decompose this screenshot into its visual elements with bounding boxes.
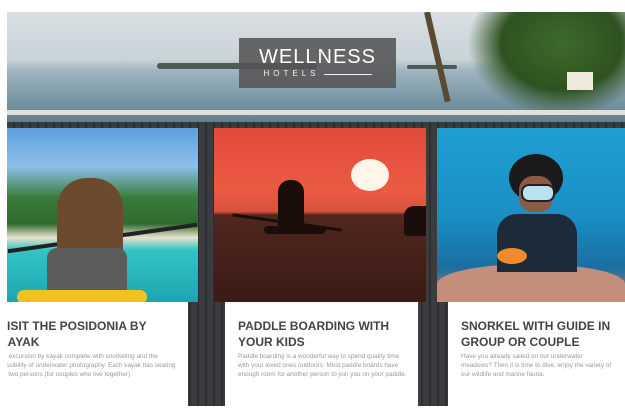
logo-rule bbox=[323, 73, 372, 75]
pool-edge bbox=[7, 110, 625, 115]
paddle-board-shape bbox=[264, 226, 326, 234]
logo-subtitle: HOTELS bbox=[263, 69, 320, 78]
kayak-photo bbox=[7, 128, 198, 302]
card-description: Have you already sailed on our underwate… bbox=[461, 353, 612, 378]
paddle-boarding-photo bbox=[214, 128, 426, 302]
island-silhouette bbox=[407, 65, 457, 69]
card-title[interactable]: PADDLE BOARDING WITH YOUR KIDS bbox=[238, 318, 408, 350]
clownfish-shape bbox=[497, 248, 527, 264]
activity-card-paddle-boarding[interactable]: PADDLE BOARDING WITH YOUR KIDS Paddle bo… bbox=[214, 128, 426, 406]
activity-card-snorkel[interactable]: SNORKEL WITH GUIDE IN GROUP OR COUPLE Ha… bbox=[437, 128, 625, 406]
card-caption: VISIT THE POSIDONIA BY KAYAK An excursio… bbox=[7, 302, 188, 406]
card-caption: SNORKEL WITH GUIDE IN GROUP OR COUPLE Ha… bbox=[448, 302, 625, 406]
beach-hut bbox=[567, 72, 593, 90]
palm-trees bbox=[467, 12, 625, 117]
kayak-shape bbox=[17, 290, 147, 302]
palm-trunk bbox=[424, 12, 451, 103]
paddler-silhouette bbox=[404, 206, 426, 236]
paddler-silhouette bbox=[278, 180, 304, 230]
logo-subtitle-row: HOTELS bbox=[263, 68, 372, 80]
card-description: Paddle boarding is a wonderful way to sp… bbox=[238, 353, 407, 378]
activity-card-kayak[interactable]: VISIT THE POSIDONIA BY KAYAK An excursio… bbox=[7, 128, 198, 406]
logo-wordmark: WELLNESS bbox=[259, 46, 376, 68]
snorkel-mask bbox=[521, 184, 555, 202]
card-description: An excursion by kayak complete with snor… bbox=[7, 353, 176, 378]
card-caption: PADDLE BOARDING WITH YOUR KIDS Paddle bo… bbox=[225, 302, 418, 406]
sun-shape bbox=[351, 159, 389, 191]
page: WELLNESS HOTELS VISIT THE POSIDONIA BY K… bbox=[7, 12, 625, 406]
card-title[interactable]: VISIT THE POSIDONIA BY KAYAK bbox=[7, 318, 178, 350]
wellness-hotels-logo[interactable]: WELLNESS HOTELS bbox=[239, 38, 396, 88]
card-title[interactable]: SNORKEL WITH GUIDE IN GROUP OR COUPLE bbox=[461, 318, 615, 350]
snorkel-photo bbox=[437, 128, 625, 302]
